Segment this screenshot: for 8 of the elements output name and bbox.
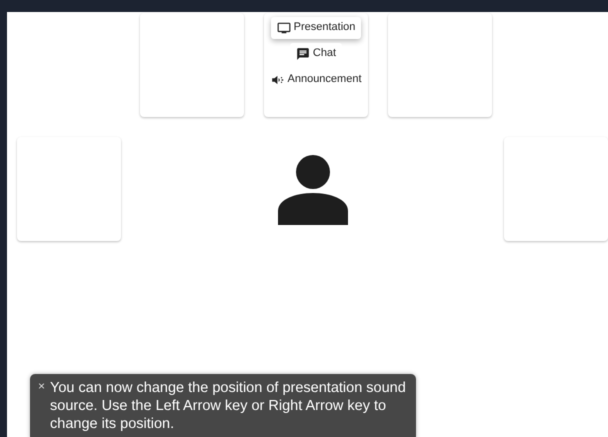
sound-source-option[interactable]: Presentation — [270, 17, 362, 39]
sound-source-option[interactable]: Announcement — [264, 69, 368, 91]
toast-message: You can now change the position of presentation sound source. Use the Left Arrow key or Right Arrow key to change its position. — [50, 379, 407, 433]
close-button[interactable]: × — [38, 379, 46, 393]
chat-bubble-icon — [296, 47, 310, 61]
monitor-icon — [276, 21, 291, 35]
person-silhouette-icon — [278, 155, 348, 225]
megaphone-icon — [270, 73, 284, 87]
